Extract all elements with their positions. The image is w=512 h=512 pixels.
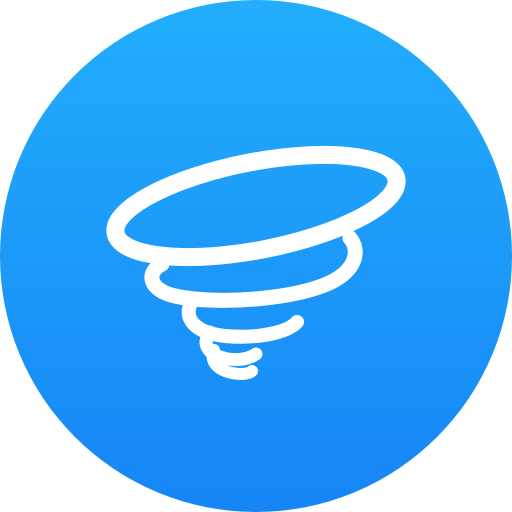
app-icon (0, 0, 512, 512)
tornado-icon (0, 0, 512, 512)
